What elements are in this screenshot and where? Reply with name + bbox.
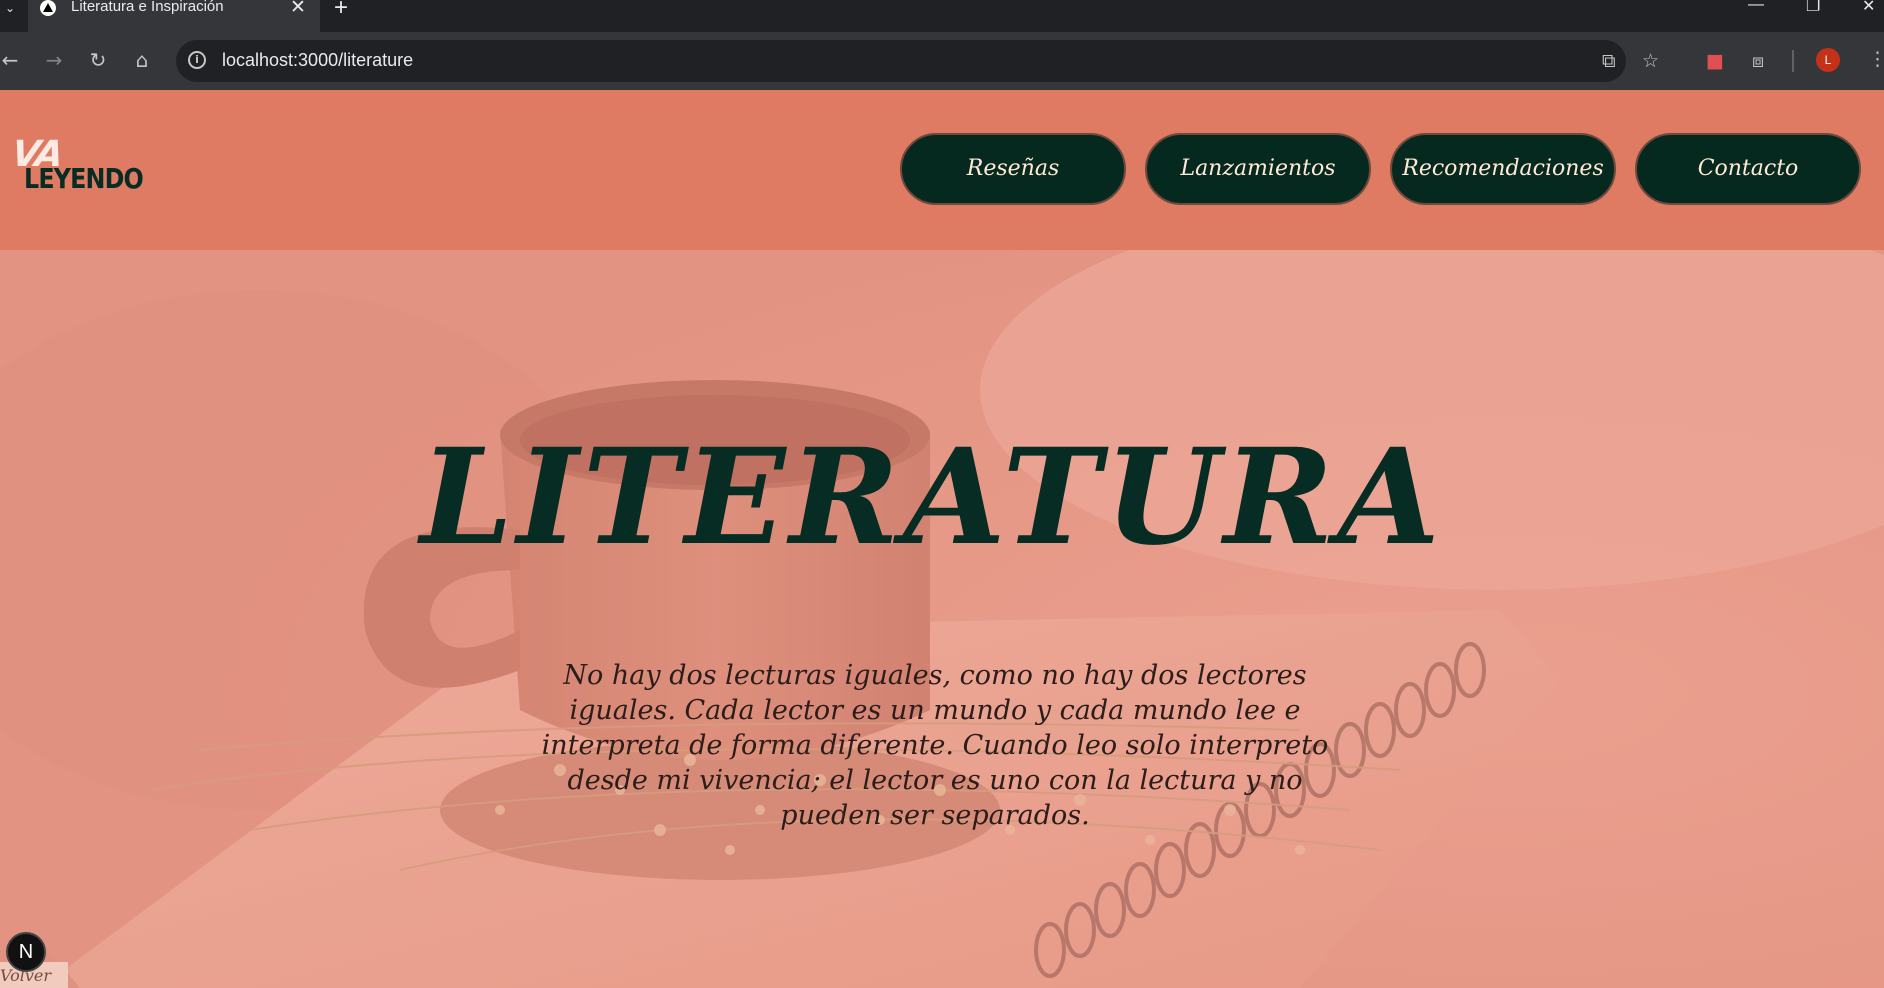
- tab-title: Literatura e Inspiración: [71, 0, 224, 15]
- forward-arrow-icon[interactable]: →: [40, 46, 68, 74]
- translate-icon[interactable]: ⧉: [1602, 50, 1616, 72]
- browser-tab-bar: ⌄ Literatura e Inspiración ✕ + — ❐ ✕: [0, 0, 1884, 32]
- hero-quote: No hay dos lecturas iguales, como no hay…: [541, 660, 1329, 831]
- toolbar-divider: [1792, 50, 1794, 72]
- site-logo[interactable]: VA LEYENDO: [9, 134, 144, 195]
- site-header: VA LEYENDO Reseñas Lanzamientos Recomend…: [0, 90, 1884, 250]
- browser-toolbar: ← → ↻ ⌂ i localhost:3000/literature ⧉ ☆ …: [0, 32, 1884, 90]
- home-icon[interactable]: ⌂: [128, 46, 156, 74]
- hero-section: LITERATURA No hay dos lecturas iguales, …: [0, 250, 1884, 988]
- nav-lanzamientos-button[interactable]: Lanzamientos: [1145, 133, 1371, 205]
- bookmark-star-icon[interactable]: ☆: [1642, 50, 1659, 72]
- tab-search-chevron-icon[interactable]: ⌄: [0, 0, 20, 20]
- hero-title: LITERATURA: [420, 420, 1444, 575]
- nextjs-dev-badge[interactable]: N: [6, 932, 46, 972]
- nav-resenas-button[interactable]: Reseñas: [900, 133, 1126, 205]
- site-info-icon[interactable]: i: [188, 51, 206, 69]
- hero-color-overlay: [0, 250, 1884, 988]
- tab-close-icon[interactable]: ✕: [290, 0, 306, 18]
- back-arrow-icon[interactable]: ←: [0, 46, 24, 74]
- window-minimize-button[interactable]: —: [1748, 0, 1764, 14]
- url-text[interactable]: localhost:3000/literature: [222, 50, 413, 71]
- window-close-button[interactable]: ✕: [1862, 0, 1875, 16]
- page-viewport: VA LEYENDO Reseñas Lanzamientos Recomend…: [0, 90, 1884, 988]
- vercel-triangle-icon: [40, 0, 56, 16]
- nav-recomendaciones-button[interactable]: Recomendaciones: [1390, 133, 1616, 205]
- new-tab-button[interactable]: +: [334, 0, 348, 22]
- browser-menu-icon[interactable]: ⋮: [1868, 48, 1884, 70]
- logo-leyendo-text: LEYENDO: [24, 162, 144, 195]
- extension-puzzle-red-icon[interactable]: ■: [1706, 50, 1724, 72]
- address-bar[interactable]: i localhost:3000/literature ⧉: [176, 40, 1626, 82]
- nav-contacto-button[interactable]: Contacto: [1635, 133, 1861, 205]
- profile-avatar[interactable]: L: [1816, 48, 1840, 72]
- extensions-puzzle-icon[interactable]: ⧈: [1752, 50, 1764, 72]
- browser-tab-active[interactable]: Literatura e Inspiración ✕: [28, 0, 320, 32]
- reload-icon[interactable]: ↻: [84, 46, 112, 74]
- window-restore-button[interactable]: ❐: [1806, 0, 1820, 16]
